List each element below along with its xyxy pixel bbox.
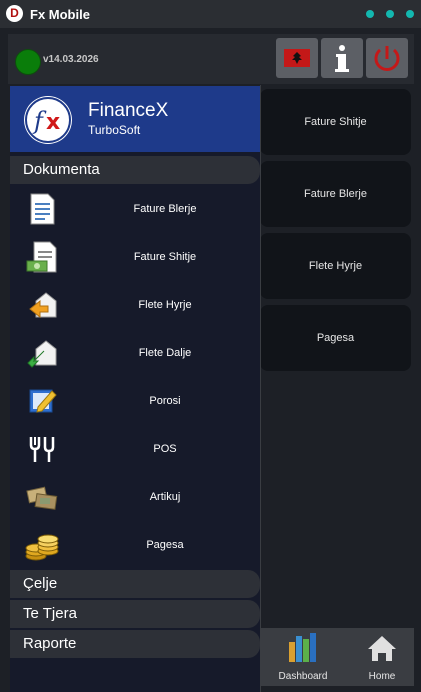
menu-label: Fature Shitje [133,251,197,263]
invoice-icon [30,193,55,225]
tile-label: Flete Hyrje [308,260,363,272]
menu-item-flete-hyrje[interactable]: Flete Hyrje [10,281,260,329]
menu-label: Flete Dalje [138,347,192,359]
home-icon [368,636,396,661]
brand-subtitle: TurboSoft [88,123,141,137]
section-raporte[interactable]: Raporte [10,630,260,658]
info-button[interactable] [321,38,363,78]
menu-label: Porosi [149,395,181,407]
menu-item-pagesa[interactable]: Pagesa [10,521,260,569]
drawer-header: f x FinanceX TurboSoft [10,86,260,152]
menu-label: Pagesa [146,539,184,551]
svg-text:x: x [46,110,60,135]
entry-arrow-icon [29,292,57,319]
tile-flete-hyrje[interactable]: Flete Hyrje [260,233,411,299]
menu-item-fature-blerje[interactable]: Fature Blerje [10,185,260,233]
tile-label: Pagesa [316,332,355,344]
tile-label: Fature Shitje [304,116,367,128]
menu-label: Fature Blerje [133,203,197,215]
menu-item-pos[interactable]: POS [10,425,260,473]
power-icon [374,46,400,71]
app-logo-icon: D [6,5,23,22]
close-dot-icon[interactable] [406,10,414,18]
power-button[interactable] [366,38,408,78]
maximize-dot-icon[interactable] [386,10,394,18]
tile-fature-shitje[interactable]: Fature Shitje [260,89,411,155]
items-icon [26,486,58,510]
sales-invoice-icon [26,241,57,273]
financex-logo-icon: f x [24,96,72,144]
menu-item-fature-shitje[interactable]: Fature Shitje [10,233,260,281]
order-pencil-icon [29,389,57,413]
section-celje[interactable]: Çelje [10,570,260,598]
menu-label: Flete Hyrje [138,299,192,311]
title-bar: D Fx Mobile [0,0,421,28]
minimize-dot-icon[interactable] [366,10,374,18]
dashboard-label: Dashboard [278,671,328,682]
coins-icon [25,534,59,561]
tile-fature-blerje[interactable]: Fature Blerje [260,161,411,227]
albania-flag-icon [284,49,310,67]
navigation-drawer: f x FinanceX TurboSoft Dokumenta Fature … [10,86,260,692]
connection-status-icon [15,49,41,75]
version-label: v14.03.2026 [43,54,99,65]
tile-pagesa[interactable]: Pagesa [260,305,411,371]
section-dokumenta[interactable]: Dokumenta [10,156,260,184]
drawer-divider [260,85,261,692]
menu-item-porosi[interactable]: Porosi [10,377,260,425]
menu-label: POS [153,443,177,455]
bottom-nav: Dashboard Home [260,628,414,686]
window-title: Fx Mobile [30,7,90,22]
menu-label: Artikuj [149,491,181,503]
tile-label: Fature Blerje [304,188,367,200]
fork-cup-icon [29,437,55,462]
dashboard-chart-icon [289,633,316,662]
exit-arrow-icon [27,340,57,368]
menu-item-flete-dalje[interactable]: Flete Dalje [10,329,260,377]
brand-name: FinanceX [88,100,169,121]
language-button[interactable] [276,38,318,78]
info-icon [335,45,349,72]
home-button[interactable]: Home [350,628,414,686]
home-label: Home [368,671,396,682]
menu-item-artikuj[interactable]: Artikuj [10,473,260,521]
section-te-tjera[interactable]: Te Tjera [10,600,260,628]
dashboard-button[interactable]: Dashboard [268,628,338,686]
